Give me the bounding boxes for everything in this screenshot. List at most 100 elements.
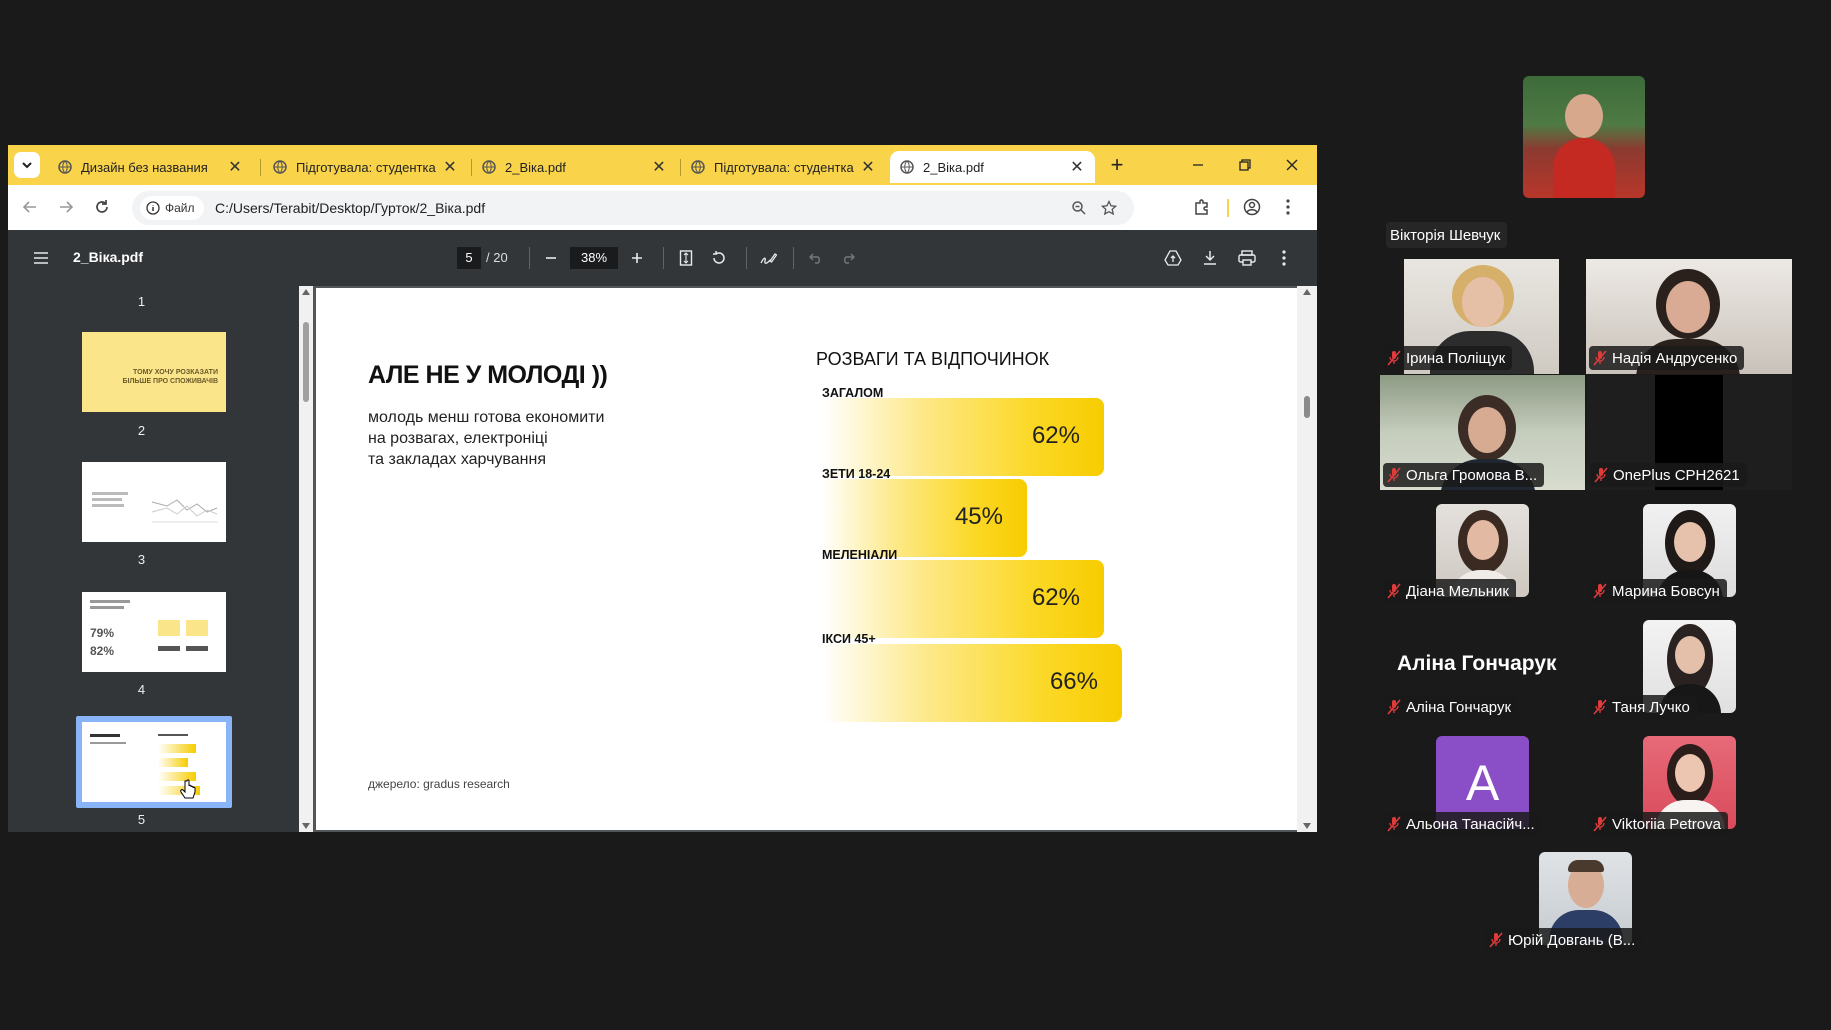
bookmark-button[interactable] xyxy=(1095,194,1123,222)
mic-muted-icon xyxy=(1387,583,1401,599)
new-tab-button[interactable]: + xyxy=(1095,149,1139,181)
scrollbar-thumb[interactable] xyxy=(1304,396,1310,418)
participant-tile[interactable]: Надія Андрусенко xyxy=(1586,259,1792,374)
toolbar-divider xyxy=(746,247,747,269)
reload-icon xyxy=(96,200,108,213)
bar-value-label: 62% xyxy=(1031,584,1080,611)
address-bar[interactable]: Файл C:/Users/Terabit/Desktop/Гурток/2_В… xyxy=(132,191,1134,225)
url-text[interactable]: C:/Users/Terabit/Desktop/Гурток/2_Віка.p… xyxy=(215,200,485,216)
thumbnail-page-4[interactable]: 79% 82% xyxy=(82,592,226,672)
tab-3[interactable]: 2_Віка.pdf ✕ xyxy=(472,151,677,183)
scroll-up-arrow[interactable] xyxy=(302,289,310,295)
thumbnail-page-3[interactable] xyxy=(82,462,226,542)
undo-button[interactable] xyxy=(802,244,830,272)
scroll-down-arrow[interactable] xyxy=(302,823,310,829)
thumbnail-page-2[interactable]: ТОМУ ХОЧУ РОЗКАЗАТИ БІЛЬШЕ ПРО СПОЖИВАЧІ… xyxy=(82,332,226,412)
pdf-filename: 2_Віка.pdf xyxy=(73,249,144,265)
scroll-up-arrow[interactable] xyxy=(1303,289,1311,295)
participant-name: Аліна Гончарук xyxy=(1406,698,1512,716)
close-tab-icon[interactable]: ✕ xyxy=(440,157,460,177)
slide-subtitle-line: молодь менш готова економити xyxy=(368,409,605,426)
participant-name: Надія Андрусенко xyxy=(1612,349,1738,367)
rotate-button[interactable] xyxy=(705,244,733,272)
thumbnail-number: 5 xyxy=(137,812,146,827)
close-tab-icon[interactable]: ✕ xyxy=(858,157,878,177)
fit-page-button[interactable] xyxy=(672,244,700,272)
tab-2[interactable]: Підготувала: студентка г ✕ xyxy=(263,151,468,183)
toolbar-divider xyxy=(793,247,794,269)
thumbnail-text: 79% xyxy=(90,626,115,640)
minimize-button[interactable] xyxy=(1176,149,1220,181)
name-tag: Viktoriia Petrova xyxy=(1589,812,1728,836)
arrow-right-icon xyxy=(60,201,74,213)
thumbnail-line xyxy=(90,734,120,737)
minimize-icon xyxy=(1193,164,1203,166)
thumbnail-page-5-selected[interactable] xyxy=(82,722,226,802)
tab-search-button[interactable] xyxy=(14,152,40,178)
featured-video[interactable] xyxy=(1523,76,1645,198)
thumbnail-block xyxy=(158,646,180,651)
download-button[interactable] xyxy=(1196,244,1224,272)
scrollbar-thumb[interactable] xyxy=(303,322,309,402)
face-shape xyxy=(1675,754,1705,792)
annotate-button[interactable] xyxy=(754,244,782,272)
hair-shape xyxy=(1568,860,1604,872)
thumbnail-line xyxy=(90,600,130,603)
participant-name: Марина Бовсун xyxy=(1612,582,1720,600)
name-tag: Ірина Поліщук xyxy=(1383,346,1513,370)
participant-tile[interactable]: Ірина Поліщук xyxy=(1380,259,1587,374)
close-tab-icon[interactable]: ✕ xyxy=(1067,157,1087,177)
mic-muted-icon xyxy=(1489,932,1503,948)
reload-button[interactable] xyxy=(88,193,116,221)
sidebar-toggle-button[interactable] xyxy=(27,244,55,272)
scroll-down-arrow[interactable] xyxy=(1303,823,1311,829)
back-button[interactable] xyxy=(16,193,44,221)
magnifier-icon xyxy=(1072,201,1086,215)
pdf-more-button[interactable] xyxy=(1270,244,1298,272)
print-button[interactable] xyxy=(1233,244,1261,272)
page-scrollbar[interactable] xyxy=(1297,286,1317,832)
close-tab-icon[interactable]: ✕ xyxy=(649,157,669,177)
forward-button[interactable] xyxy=(52,193,80,221)
page-number-input[interactable]: 5 xyxy=(457,247,481,269)
zoom-level-input[interactable]: 38% xyxy=(570,247,618,269)
profile-button[interactable] xyxy=(1238,193,1266,221)
name-tag: Альона Танасійч... xyxy=(1383,812,1542,836)
zoom-out-button[interactable] xyxy=(537,244,565,272)
participant-tile[interactable]: Ольга Громова В... xyxy=(1380,375,1585,490)
bar-value-label: 66% xyxy=(1049,668,1098,695)
minus-icon xyxy=(546,257,556,259)
tab-5-active[interactable]: 2_Віка.pdf ✕ xyxy=(890,151,1095,183)
avatar-initial: A xyxy=(1465,754,1500,811)
extensions-button[interactable] xyxy=(1188,193,1216,221)
tab-1[interactable]: Дизайн без названия ✕ xyxy=(48,151,253,183)
thumbnail-text: 82% xyxy=(90,644,115,658)
tab-strip: Дизайн без названия ✕ Підготувала: студе… xyxy=(8,145,1317,185)
zoom-indicator-button[interactable] xyxy=(1065,194,1093,222)
sidebar-scrollbar[interactable] xyxy=(299,286,313,832)
redo-button[interactable] xyxy=(834,244,862,272)
thumbnail-number: 4 xyxy=(137,682,146,697)
close-tab-icon[interactable]: ✕ xyxy=(225,157,245,177)
close-window-button[interactable] xyxy=(1270,149,1314,181)
zoom-in-button[interactable] xyxy=(623,244,651,272)
participant-tile[interactable]: OnePlus CPH2621 xyxy=(1587,375,1792,490)
thumbnail-number: 3 xyxy=(137,552,146,567)
close-icon xyxy=(1286,159,1298,171)
globe-icon xyxy=(900,160,914,174)
tab-4[interactable]: Підготувала: студентка г ✕ xyxy=(681,151,886,183)
globe-icon xyxy=(482,160,496,174)
participant-name: Viktoriia Petrova xyxy=(1612,815,1721,833)
save-to-drive-button[interactable] xyxy=(1159,244,1187,272)
face-shape xyxy=(1675,636,1705,674)
pdf-viewer: АЛЕ НЕ У МОЛОДІ )) молодь менш готова ек… xyxy=(313,286,1317,832)
site-info-chip[interactable]: Файл xyxy=(140,196,204,220)
undo-icon xyxy=(809,253,820,264)
browser-menu-button[interactable] xyxy=(1274,193,1302,221)
browser-toolbar: Файл C:/Users/Terabit/Desktop/Гурток/2_В… xyxy=(8,185,1317,230)
thumbnail-line xyxy=(158,734,188,736)
thumbnail-sidebar: 1 ТОМУ ХОЧУ РОЗКАЗАТИ БІЛЬШЕ ПРО СПОЖИВА… xyxy=(8,286,299,832)
name-tag: Таня Лучко xyxy=(1589,695,1697,719)
chart-title: РОЗВАГИ ТА ВІДПОЧИНОК xyxy=(816,349,1050,369)
restore-button[interactable] xyxy=(1223,149,1267,181)
